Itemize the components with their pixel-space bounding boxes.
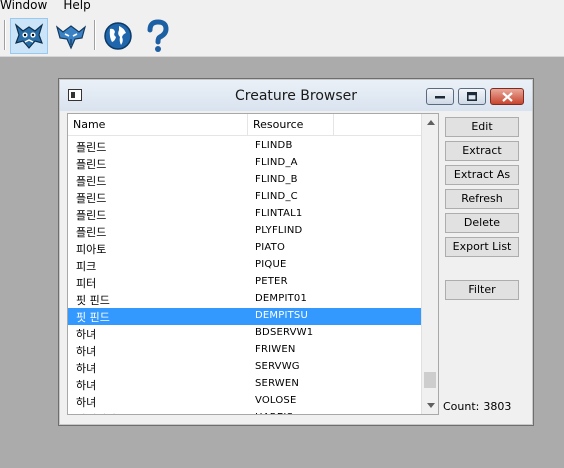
list-header: Name Resource [68, 114, 422, 136]
creature-icon[interactable] [10, 18, 48, 54]
creature-resource: FLINTAL1 [255, 208, 303, 219]
filter-button[interactable]: Filter [445, 280, 519, 300]
creature-resource: SERVWG [255, 361, 300, 372]
extract-button[interactable]: Extract [445, 141, 519, 161]
creature-list[interactable]: Name Resource 플린드 FLINDB 플린드 FLIND_A 플린드 FLIN… [67, 113, 439, 415]
creature-name: 피터 [76, 277, 97, 290]
toolbar-separator [94, 20, 96, 50]
creature-name: 하녀 [76, 345, 97, 358]
creature-resource: FRIWEN [255, 344, 296, 355]
refresh-button[interactable]: Refresh [445, 189, 519, 209]
vertical-scrollbar[interactable] [421, 114, 438, 414]
scroll-down-icon[interactable] [422, 397, 438, 414]
creature-resource: DEMPIT01 [255, 293, 308, 304]
creature-name: 하녀 [76, 328, 97, 341]
minimize-icon [435, 95, 445, 98]
menu-window[interactable]: Window [0, 0, 55, 11]
scroll-thumb[interactable] [424, 372, 436, 388]
toolbar [0, 12, 564, 57]
creature-resource: DEMPITSU [255, 310, 309, 321]
batch-creature-icon[interactable] [52, 18, 90, 54]
creature-name: 플린드 [76, 141, 107, 154]
creature-name: 플린드 [76, 175, 107, 188]
creature-resource: BDSERVW1 [255, 327, 314, 338]
creature-resource: PIATO [255, 242, 286, 253]
creature-name: 하녀 [76, 379, 97, 392]
menu-help[interactable]: Help [55, 0, 98, 11]
creature-name: 하녀 [76, 362, 97, 375]
creature-name: 피아토 [76, 243, 107, 256]
list-item[interactable]: 플린드 FLINTAL1 [68, 206, 422, 223]
creature-resource: PLYFLIND [255, 225, 303, 236]
creature-resource: FLIND_B [255, 174, 298, 185]
edit-button[interactable]: Edit [445, 117, 519, 137]
creature-browser-window: Creature Browser Name Resource 플린드 FLINDB… [58, 78, 534, 426]
close-button[interactable] [490, 88, 524, 105]
count-value: 3803 [483, 400, 512, 413]
list-item[interactable]: 플린드 FLIND_C [68, 189, 422, 206]
toolbar-separator [4, 20, 6, 50]
list-item[interactable]: 하녀 FRIWEN [68, 342, 422, 359]
creature-name: 하레이샤 [76, 411, 246, 414]
creature-resource: HAREIS [255, 412, 293, 414]
close-icon [501, 91, 513, 102]
extract-as-button[interactable]: Extract As [445, 165, 519, 185]
globe-icon[interactable] [99, 18, 137, 54]
creature-name: 플린드 [76, 209, 107, 222]
export-list-button[interactable]: Export List [445, 237, 519, 257]
title-bar[interactable]: Creature Browser [60, 80, 532, 111]
creature-name: 핏 핀드 [76, 311, 110, 324]
creature-name: 하녀 [76, 396, 97, 409]
list-item[interactable]: 하녀 BDSERVW1 [68, 325, 422, 342]
list-item[interactable]: 핏 핀드 DEMPITSU [68, 308, 422, 325]
scroll-up-icon[interactable] [422, 114, 438, 131]
list-item[interactable]: 피크 PIQUE [68, 257, 422, 274]
list-item[interactable]: 플린드 FLINDB [68, 138, 422, 155]
delete-button[interactable]: Delete [445, 213, 519, 233]
count-label: Count: [443, 400, 480, 413]
list-rows: 플린드 FLINDB 플린드 FLIND_A 플린드 FLIND_B 플린드 FLIND_C 플… [68, 138, 422, 414]
maximize-icon [467, 92, 477, 101]
menu-bar: Window Help [0, 0, 564, 12]
creature-name: 플린드 [76, 158, 107, 171]
creature-resource: VOLOSE [255, 395, 297, 406]
list-item[interactable]: 하레이샤 HAREIS [68, 410, 422, 414]
creature-resource: FLIND_C [255, 191, 298, 202]
list-item[interactable]: 플린드 PLYFLIND [68, 223, 422, 240]
list-item[interactable]: 하녀 VOLOSE [68, 393, 422, 410]
minimize-button[interactable] [426, 88, 454, 105]
list-item[interactable]: 핏 핀드 DEMPIT01 [68, 291, 422, 308]
creature-name: 플린드 [76, 192, 107, 205]
maximize-button[interactable] [458, 88, 486, 105]
list-item[interactable]: 하녀 SERVWG [68, 359, 422, 376]
count-display: Count: 3803 [443, 400, 515, 413]
help-question-icon[interactable] [139, 18, 177, 54]
list-item[interactable]: 피아토 PIATO [68, 240, 422, 257]
creature-name: 핏 핀드 [76, 294, 110, 307]
creature-resource: PIQUE [255, 259, 287, 270]
creature-resource: SERWEN [255, 378, 300, 389]
column-header-resource[interactable]: Resource [248, 114, 334, 136]
creature-resource: FLINDB [255, 140, 293, 151]
creature-name: 피크 [76, 260, 97, 273]
creature-resource: FLIND_A [255, 157, 298, 168]
list-item[interactable]: 하녀 SERWEN [68, 376, 422, 393]
column-header-name[interactable]: Name [68, 114, 248, 136]
list-item[interactable]: 플린드 FLIND_A [68, 155, 422, 172]
list-item[interactable]: 플린드 FLIND_B [68, 172, 422, 189]
creature-name: 플린드 [76, 226, 107, 239]
creature-resource: PETER [255, 276, 288, 287]
list-item[interactable]: 피터 PETER [68, 274, 422, 291]
